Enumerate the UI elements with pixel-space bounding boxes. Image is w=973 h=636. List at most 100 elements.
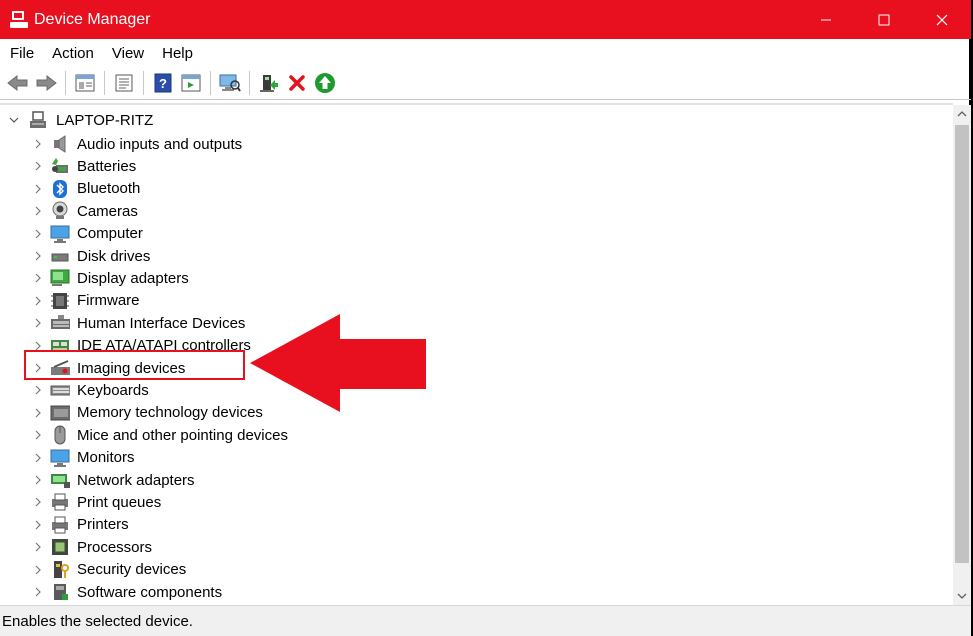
chevron-right-icon[interactable] <box>33 542 43 552</box>
toolbar-separator <box>104 71 105 95</box>
chevron-right-icon[interactable] <box>33 475 43 485</box>
scan-hardware-icon <box>219 74 241 92</box>
chevron-right-icon[interactable] <box>33 520 43 530</box>
tree-item-cameras[interactable]: Cameras <box>0 200 138 222</box>
annotation-arrow-icon <box>250 314 426 412</box>
tree-item-bluetooth[interactable]: Bluetooth <box>0 178 140 200</box>
disk-drive-icon <box>50 246 70 266</box>
tree-item-label: Disk drives <box>77 247 151 265</box>
status-text: Enables the selected device. <box>2 612 193 630</box>
scan-hardware-button[interactable] <box>218 71 242 95</box>
vertical-scrollbar[interactable] <box>953 105 971 605</box>
minimize-button[interactable] <box>797 0 855 39</box>
device-list-button[interactable] <box>112 71 136 95</box>
tree-item-label: Keyboards <box>77 381 149 399</box>
close-button[interactable] <box>913 0 971 39</box>
help-button[interactable]: ? <box>151 71 175 95</box>
scroll-down-arrow-icon[interactable] <box>953 587 971 605</box>
tree-item-label: Processors <box>77 538 153 556</box>
display-adapter-icon <box>50 268 70 288</box>
tree-item-label: Printers <box>77 516 129 534</box>
properties-icon <box>75 74 95 92</box>
tree-item-computer[interactable]: Computer <box>0 223 143 245</box>
battery-icon <box>50 156 70 176</box>
bluetooth-icon <box>50 179 70 199</box>
menu-action[interactable]: Action <box>42 45 102 62</box>
memory-icon <box>50 403 70 423</box>
view-button[interactable] <box>179 71 203 95</box>
chevron-right-icon[interactable] <box>33 408 43 418</box>
chevron-right-icon[interactable] <box>33 430 43 440</box>
tree-item-label: Audio inputs and outputs <box>77 135 243 153</box>
toolbar-separator <box>65 71 66 95</box>
scroll-up-arrow-icon[interactable] <box>953 105 971 123</box>
camera-icon <box>50 201 70 221</box>
tree-item-disk-drives[interactable]: Disk drives <box>0 245 150 267</box>
scrollbar-thumb[interactable] <box>955 125 969 563</box>
chevron-right-icon[interactable] <box>33 206 43 216</box>
tree-item-display-adapters[interactable]: Display adapters <box>0 267 189 289</box>
status-bar: Enables the selected device. <box>0 605 971 636</box>
tree-item-printers[interactable]: Printers <box>0 514 129 536</box>
enable-device-button[interactable] <box>257 71 281 95</box>
back-button[interactable] <box>6 71 30 95</box>
toolbar-separator <box>249 71 250 95</box>
window-controls <box>797 0 971 39</box>
chevron-right-icon[interactable] <box>33 251 43 261</box>
tree-item-memory-technology-devices[interactable]: Memory technology devices <box>0 402 263 424</box>
chevron-right-icon[interactable] <box>33 296 43 306</box>
update-driver-button[interactable] <box>313 71 337 95</box>
properties-button[interactable] <box>73 71 97 95</box>
chevron-right-icon[interactable] <box>33 161 43 171</box>
chevron-down-icon[interactable] <box>9 115 19 125</box>
print-queue-icon <box>50 492 70 512</box>
chevron-right-icon[interactable] <box>33 229 43 239</box>
tree-item-print-queues[interactable]: Print queues <box>0 491 161 513</box>
tree-item-label: Display adapters <box>77 269 189 287</box>
tree-item-batteries[interactable]: Batteries <box>0 155 136 177</box>
device-manager-app-icon <box>10 10 28 29</box>
tree-item-firmware[interactable]: Firmware <box>0 290 140 312</box>
tree-item-label: Monitors <box>77 449 135 467</box>
computer-icon <box>50 224 70 244</box>
tree-item-human-interface-devices[interactable]: Human Interface Devices <box>0 312 245 334</box>
uninstall-button[interactable] <box>285 71 309 95</box>
tree-item-label: Computer <box>77 225 143 243</box>
chevron-right-icon[interactable] <box>33 587 43 597</box>
tree-item-label: Software components <box>77 583 223 601</box>
tree-item-label: Batteries <box>77 157 137 175</box>
forward-arrow-icon <box>36 74 57 92</box>
tree-item-audio-inputs-and-outputs[interactable]: Audio inputs and outputs <box>0 133 242 155</box>
tree-root-node[interactable]: LAPTOP-RITZ <box>0 109 153 131</box>
firmware-icon <box>50 291 70 311</box>
menu-file[interactable]: File <box>0 45 42 62</box>
tree-item-monitors[interactable]: Monitors <box>0 447 135 469</box>
maximize-button[interactable] <box>855 0 913 39</box>
tree-item-security-devices[interactable]: Security devices <box>0 559 186 581</box>
tree-item-network-adapters[interactable]: Network adapters <box>0 469 195 491</box>
tree-item-software-components[interactable]: Software components <box>0 581 222 603</box>
tree-item-label: Firmware <box>77 292 140 310</box>
mouse-icon <box>50 425 70 445</box>
update-driver-icon <box>315 73 335 93</box>
menu-view[interactable]: View <box>102 45 152 62</box>
tree-item-keyboards[interactable]: Keyboards <box>0 379 149 401</box>
tree-item-label: Cameras <box>77 202 138 220</box>
annotation-highlight-box <box>24 350 245 380</box>
forward-button[interactable] <box>34 71 58 95</box>
chevron-right-icon[interactable] <box>33 318 43 328</box>
chevron-right-icon[interactable] <box>33 497 43 507</box>
chevron-right-icon[interactable] <box>33 184 43 194</box>
chevron-right-icon[interactable] <box>33 453 43 463</box>
tree-item-label: Network adapters <box>77 471 195 489</box>
chevron-right-icon[interactable] <box>33 273 43 283</box>
toolbar: ? <box>0 67 971 100</box>
chevron-right-icon[interactable] <box>33 139 43 149</box>
tree-item-label: Security devices <box>77 561 187 579</box>
tree-root-label: LAPTOP-RITZ <box>56 111 154 129</box>
tree-item-mice-and-other-pointing-devices[interactable]: Mice and other pointing devices <box>0 424 288 446</box>
chevron-right-icon[interactable] <box>33 385 43 395</box>
tree-item-processors[interactable]: Processors <box>0 536 152 558</box>
menu-help[interactable]: Help <box>152 45 201 62</box>
chevron-right-icon[interactable] <box>33 565 43 575</box>
